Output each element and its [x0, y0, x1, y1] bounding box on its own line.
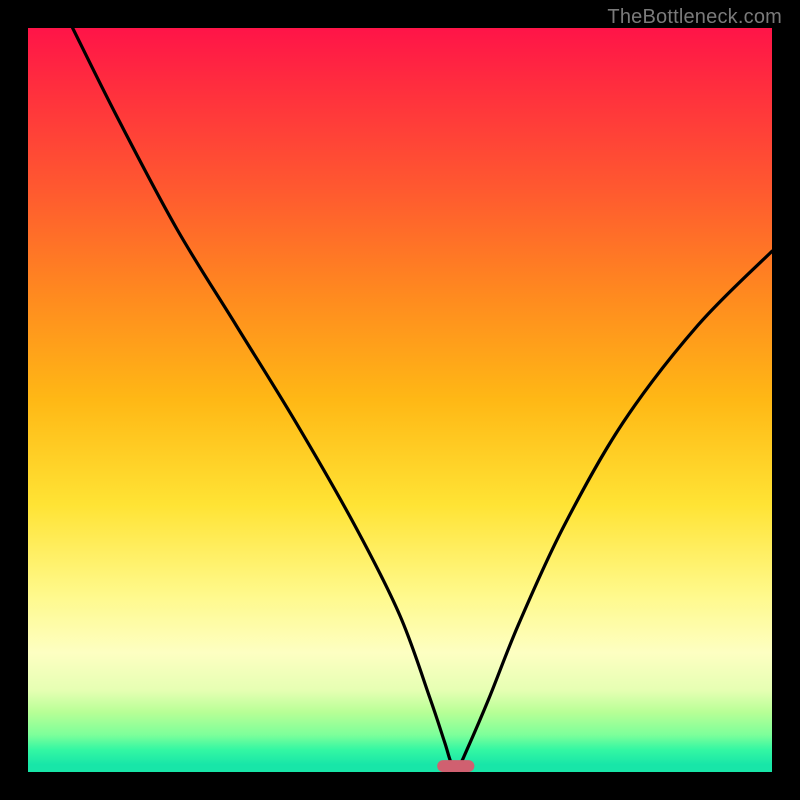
curve-layer: [28, 28, 772, 772]
watermark-text: TheBottleneck.com: [607, 6, 782, 29]
chart-frame: TheBottleneck.com: [0, 0, 800, 800]
plot-area: [28, 28, 772, 772]
optimum-marker: [437, 760, 474, 772]
bottleneck-curve: [73, 28, 772, 767]
